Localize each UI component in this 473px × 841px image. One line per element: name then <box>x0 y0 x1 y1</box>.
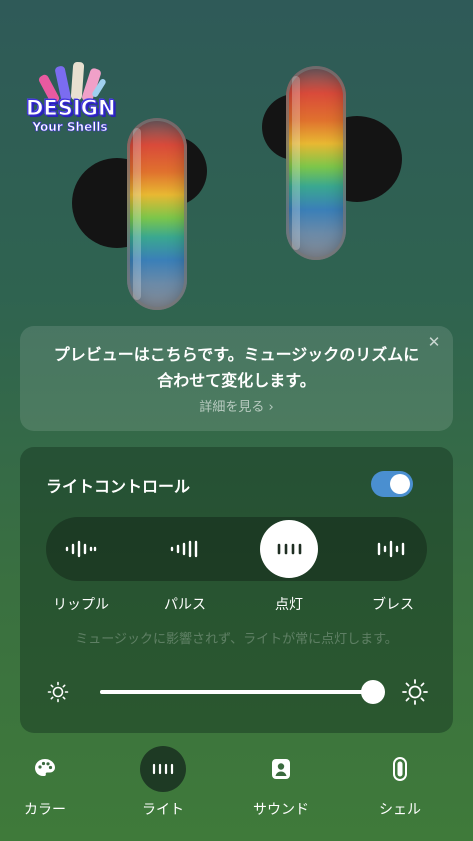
brightness-high-icon <box>402 679 428 705</box>
mode-label-pulse: パルス <box>164 597 206 613</box>
preview-tip-card: プレビューはこちらです。ミュージックのリズムに合わせて変化します。 詳細を見る … <box>20 326 453 431</box>
nav-item-sound[interactable]: サウンド <box>226 740 336 830</box>
light-mode-selector <box>46 517 427 581</box>
left-earbud-preview <box>72 118 217 313</box>
mode-breathe-button[interactable] <box>360 517 424 581</box>
learn-more-link[interactable]: 詳細を見る › <box>20 396 453 415</box>
nav-label-light: ライト <box>142 802 184 818</box>
selected-mode-indicator <box>260 520 318 578</box>
bottom-navigation: カラー ライト サウンド シェル <box>0 740 473 841</box>
pulse-wave-icon <box>170 540 198 558</box>
tip-message: プレビューはこちらです。ミュージックのリズムに合わせて変化します。 <box>53 345 420 390</box>
toggle-knob <box>390 474 410 494</box>
breathe-wave-icon <box>377 540 405 558</box>
ripple-wave-icon <box>65 540 97 558</box>
steady-bars-icon <box>277 543 302 555</box>
mode-ripple-button[interactable] <box>49 517 113 581</box>
mode-label-breathe: ブレス <box>372 597 414 613</box>
shell-icon <box>377 746 423 792</box>
brightness-slider-thumb[interactable] <box>361 680 385 704</box>
light-control-toggle[interactable] <box>371 471 413 497</box>
brightness-low-icon <box>47 681 69 703</box>
mode-steady-button[interactable] <box>257 517 321 581</box>
light-control-panel: ライトコントロール リップル パルス 点灯 ブレス ミュージックに影響されず、ラ… <box>20 447 453 733</box>
nav-label-color: カラー <box>24 802 66 818</box>
mode-label-ripple: リップル <box>53 597 109 613</box>
right-earbud-preview <box>262 66 404 261</box>
logo-title: DESIGN <box>26 96 117 121</box>
palette-icon <box>22 746 68 792</box>
mode-description: ミュージックに影響されず、ライトが常に点灯します。 <box>75 632 398 647</box>
light-bars-icon <box>140 746 186 792</box>
nav-item-shell[interactable]: シェル <box>345 740 455 830</box>
brightness-slider[interactable] <box>100 690 373 694</box>
sound-person-icon <box>258 746 304 792</box>
brightness-slider-fill <box>100 690 373 694</box>
panel-title: ライトコントロール <box>46 477 191 496</box>
mode-label-steady: 点灯 <box>275 597 303 613</box>
nav-item-color[interactable]: カラー <box>0 740 100 830</box>
mode-pulse-button[interactable] <box>152 517 216 581</box>
preview-hero: DESIGN Your Shells <box>0 0 473 320</box>
nav-label-shell: シェル <box>379 802 421 818</box>
close-icon[interactable]: ✕ <box>423 331 445 353</box>
nav-label-sound: サウンド <box>253 802 309 818</box>
nav-item-light[interactable]: ライト <box>108 740 218 830</box>
